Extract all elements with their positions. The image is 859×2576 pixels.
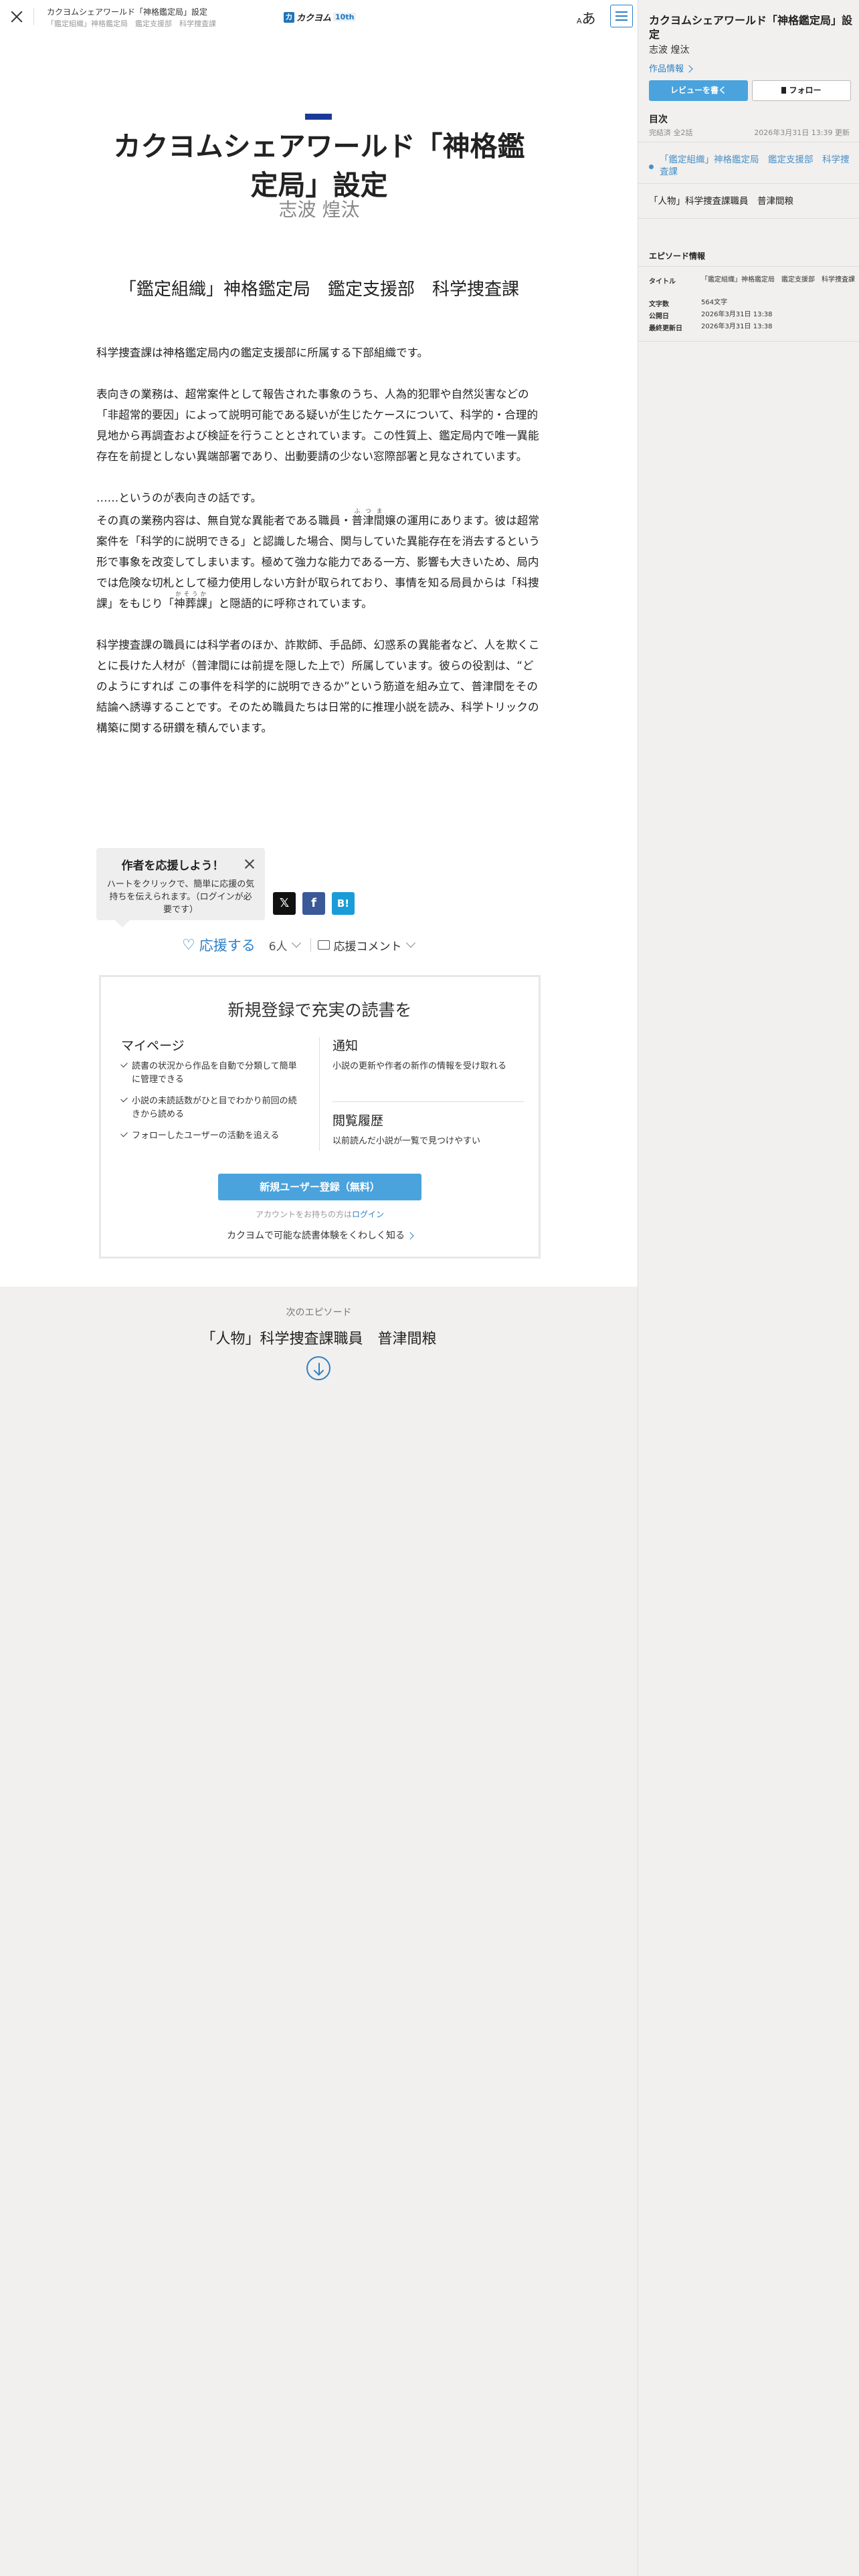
chevron-down-icon[interactable] [405, 938, 415, 948]
paragraph: 表向きの業務は、超常案件として報告された事象のうち、人為的犯罪や自然災害などの「… [96, 388, 539, 463]
kakuyomu-logo[interactable]: カ カクヨム 10th [284, 11, 357, 23]
share-x-button[interactable]: 𝕏 [273, 892, 296, 915]
comment-icon[interactable] [317, 940, 330, 950]
toc-toggle-button[interactable] [610, 5, 633, 27]
header-episode-title: 「鑑定組織」神格鑑定局 鑑定支援部 科学捜査課 [47, 19, 216, 28]
meta-label: 文字数 [649, 301, 669, 308]
author-name[interactable]: 志波 煌汰 [100, 195, 538, 222]
close-icon[interactable] [244, 858, 256, 870]
font-button-label: あ [581, 11, 596, 27]
toc-episode-item[interactable]: 「人物」科学捜査課職員 普津間粮 [649, 195, 843, 207]
paragraph: 科学捜査課は神格鑑定局内の鑑定支援部に所属する下部組織です。 [96, 346, 429, 359]
notice-text: 小説の更新や作者の新作の情報を受け取れる [332, 1061, 507, 1071]
cheer-comment-button[interactable]: 応援コメント [334, 937, 402, 954]
chevron-right-icon [685, 65, 693, 73]
login-prompt: アカウントをお持ちの方はログイン [255, 1210, 385, 1219]
register-button[interactable]: 新規ユーザー登録（無料） [218, 1174, 421, 1200]
work-info-link[interactable]: 作品情報 [649, 62, 693, 74]
divider [638, 218, 859, 219]
divider [638, 266, 859, 267]
toc-title: 目次 [649, 114, 668, 125]
logo-10th-badge: 10th [333, 13, 357, 21]
reading-area: カクヨムシェアワールド「神格鑑定局」設定 志波 煌汰 「鑑定組織」神格鑑定局 鑑… [0, 33, 638, 1287]
sidebar-author[interactable]: 志波 煌汰 [649, 43, 689, 56]
cheer-tooltip: 作者を応援しよう！ ハートをクリックで、簡単に応援の気持ちを伝えられます。（ログ… [96, 848, 265, 928]
toc-sidebar: カクヨムシェアワールド「神格鑑定局」設定 志波 煌汰 作品情報 レビューを書く … [638, 0, 859, 2576]
list-icon [615, 11, 628, 13]
divider [638, 341, 859, 342]
current-episode-dot [649, 165, 654, 169]
register-title: 新規登録で充実の読書を [227, 1000, 412, 1020]
cheer-button[interactable]: 応援する [199, 935, 256, 955]
chevron-right-icon [406, 1232, 414, 1240]
logo-mark-icon: カ [284, 11, 294, 23]
meta-value: 「鑑定組織」神格鑑定局 鑑定支援部 科学捜査課 [701, 276, 855, 284]
meta-value: 2026年3月31日 13:38 [701, 323, 773, 330]
notice-title: 通知 [332, 1039, 359, 1053]
arrow-down-icon[interactable] [306, 1356, 330, 1380]
paragraph: 科学捜査課の職員には科学者のほか、詐欺師、手品師、幻惑系の異能者など、人を欺くこ… [96, 639, 540, 734]
register-promo: 新規登録で充実の読書を マイページ 読書の状況から作品を自動で分類して簡単に管理… [99, 975, 541, 1259]
work-updated: 2026年3月31日 13:39 更新 [754, 128, 850, 137]
episode-title: 「鑑定組織」神格鑑定局 鑑定支援部 科学捜査課 [118, 280, 519, 300]
next-episode-label: 次のエピソード [286, 1307, 352, 1318]
flag-icon [781, 87, 787, 94]
login-link[interactable]: ログイン [352, 1210, 384, 1219]
top-header: カクヨムシェアワールド「神格鑑定局」設定 「鑑定組織」神格鑑定局 鑑定支援部 科… [0, 0, 638, 33]
cheer-row: ♡ 応援する 6人 応援コメント [182, 935, 415, 955]
header-work-title[interactable]: カクヨムシェアワールド「神格鑑定局」設定 [47, 6, 207, 17]
toc-episode-item[interactable]: 「鑑定組織」神格鑑定局 鑑定支援部 科学捜査課 [660, 154, 854, 178]
paragraph: ……というのが表向きの話です。 [96, 492, 262, 504]
check-icon [120, 1130, 128, 1138]
divider [638, 183, 859, 184]
share-hatena-button[interactable]: B! [332, 892, 355, 915]
chapter-bar [305, 114, 332, 120]
mypage-item: 小説の未読話数がひと目でわかり前回の続きから読める [120, 1095, 302, 1121]
meta-label: 最終更新日 [649, 325, 682, 332]
divider [319, 1037, 320, 1151]
font-button-small: A [577, 17, 582, 25]
logo-text: カクヨム [296, 13, 332, 23]
tooltip-title: 作者を応援しよう！ [121, 859, 224, 873]
tooltip-text: ハートをクリックで、簡単に応援の気持ちを伝えられます。（ログインが必要です） [106, 879, 255, 915]
mypage-item: 読書の状況から作品を自動で分類して簡単に管理できる [120, 1060, 302, 1087]
reading-experience-link[interactable]: カクヨムで可能な読書体験をくわしく知る [101, 1228, 539, 1242]
work-title[interactable]: カクヨムシェアワールド「神格鑑定局」設定 [100, 127, 538, 205]
meta-label: 公開日 [649, 313, 669, 320]
mypage-item: フォローしたユーザーの活動を追える [120, 1130, 302, 1143]
work-status: 完結済 全2話 [649, 128, 693, 137]
next-episode-title[interactable]: 「人物」科学捜査課職員 普津間粮 [0, 1327, 638, 1348]
meta-value: 564文字 [701, 299, 728, 306]
write-review-button[interactable]: レビューを書く [649, 80, 748, 101]
mypage-title: マイページ [121, 1039, 185, 1053]
font-settings-button[interactable]: Aあ [577, 8, 596, 28]
check-icon [120, 1095, 128, 1103]
heart-icon[interactable]: ♡ [182, 937, 195, 954]
meta-label: タイトル [649, 278, 676, 286]
list-icon [615, 15, 628, 17]
check-icon [120, 1060, 128, 1068]
share-facebook-button[interactable]: f [302, 892, 325, 915]
sidebar-work-title[interactable]: カクヨムシェアワールド「神格鑑定局」設定 [649, 13, 853, 41]
episode-body: 科学捜査課は神格鑑定局内の鑑定支援部に所属する下部組織です。 表向きの業務は、超… [96, 342, 542, 738]
follow-button[interactable]: フォロー [752, 80, 851, 101]
divider [332, 1101, 524, 1102]
meta-value: 2026年3月31日 13:38 [701, 311, 773, 318]
cheer-count[interactable]: 6人 [269, 937, 288, 954]
history-text: 以前読んだ小説が一覧で見つけやすい [332, 1136, 481, 1146]
episode-info-title: エピソード情報 [649, 251, 706, 261]
paragraph: その真の業務内容は、無自覚な異能者である職員・普津間ふつま嬢の運用にあります。彼… [96, 508, 540, 610]
history-title: 閲覧履歴 [332, 1113, 384, 1128]
divider [310, 938, 311, 952]
header-divider [33, 8, 34, 25]
list-icon [615, 19, 628, 21]
close-icon[interactable] [8, 8, 25, 25]
chevron-down-icon[interactable] [291, 938, 301, 948]
